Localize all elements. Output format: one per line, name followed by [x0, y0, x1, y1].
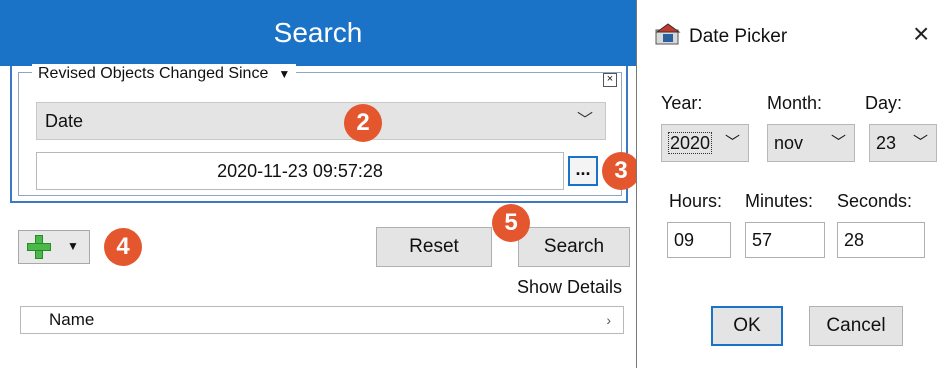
add-icon: [27, 235, 51, 259]
month-select[interactable]: nov ﹀: [767, 124, 855, 162]
step-badge-4: 4: [104, 228, 142, 266]
close-icon[interactable]: ×: [913, 18, 929, 50]
date-type-value: Date: [45, 111, 84, 131]
chevron-down-icon: ﹀: [830, 134, 846, 151]
search-header: Search: [0, 0, 636, 66]
hours-label: Hours:: [669, 191, 723, 211]
date-picker-dialog: Date Picker × Year: Month: Day: 2020 ﹀ n…: [636, 0, 948, 368]
criteria-label[interactable]: Revised Objects Changed Since ▼: [32, 64, 297, 84]
seconds-field[interactable]: 28: [837, 222, 925, 258]
criteria-label-text: Revised Objects Changed Since: [38, 65, 269, 82]
criteria-dropdown-icon[interactable]: ▼: [278, 64, 290, 84]
month-value: nov: [774, 133, 804, 153]
step-badge-5: 5: [492, 204, 530, 242]
chevron-down-icon: ﹀: [912, 134, 928, 151]
year-value: 2020: [668, 132, 713, 154]
day-value: 23: [876, 133, 897, 153]
day-label: Day:: [865, 93, 903, 113]
date-type-select[interactable]: Date ﹀: [36, 102, 606, 140]
name-column-label: Name: [49, 310, 95, 329]
date-picker-app-icon: [655, 23, 681, 45]
minutes-label: Minutes:: [745, 191, 814, 211]
date-value-field[interactable]: 2020-11-23 09:57:28: [36, 152, 564, 190]
show-details-link[interactable]: Show Details: [490, 276, 622, 298]
add-criteria-button[interactable]: ▼: [18, 230, 90, 264]
sort-arrow-icon: ›: [606, 312, 611, 328]
criteria-remove-icon[interactable]: ×: [603, 73, 617, 87]
add-dropdown-icon[interactable]: ▼: [67, 239, 79, 253]
search-button[interactable]: Search: [518, 227, 630, 267]
day-select[interactable]: 23 ﹀: [869, 124, 937, 162]
hours-field[interactable]: 09: [667, 222, 731, 258]
name-column-header[interactable]: Name ›: [20, 306, 624, 334]
cancel-button[interactable]: Cancel: [809, 306, 903, 346]
reset-button[interactable]: Reset: [376, 227, 492, 267]
seconds-label: Seconds:: [837, 191, 913, 211]
open-date-picker-button[interactable]: ...: [568, 156, 598, 186]
year-select[interactable]: 2020 ﹀: [661, 124, 749, 162]
year-label: Year:: [661, 93, 703, 113]
step-badge-2: 2: [344, 104, 382, 142]
search-panel: Search Revised Objects Changed Since ▼ × …: [0, 0, 636, 368]
step-badge-3: 3: [602, 152, 640, 190]
chevron-down-icon: ﹀: [576, 112, 593, 129]
chevron-down-icon: ﹀: [724, 134, 740, 151]
date-picker-title: Date Picker: [689, 26, 788, 47]
ok-button[interactable]: OK: [711, 306, 783, 346]
minutes-field[interactable]: 57: [745, 222, 825, 258]
month-label: Month:: [767, 93, 823, 113]
